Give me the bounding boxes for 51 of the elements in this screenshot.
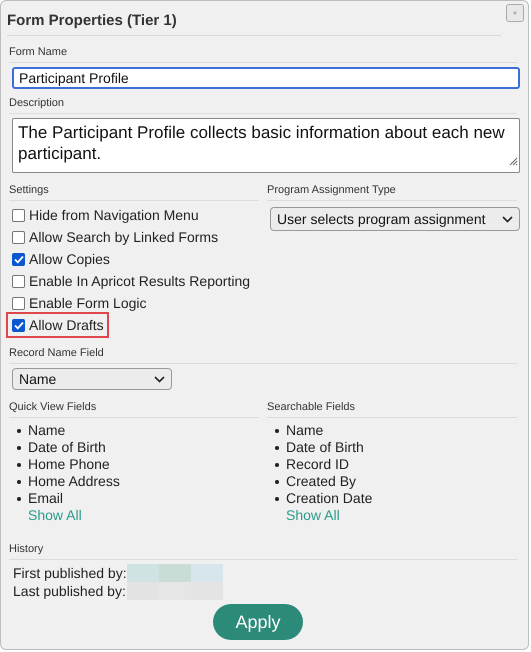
checkbox[interactable]: [12, 252, 25, 266]
field-list-item: Creation Date: [286, 490, 372, 507]
field-list-item: Record ID: [286, 456, 350, 473]
program-assignment-dropdown[interactable]: User selects program assignment: [270, 207, 520, 231]
dialog-title: Form Properties (Tier 1): [7, 7, 501, 36]
checkbox-label: Enable Form Logic: [29, 295, 147, 311]
checkbox-label: Allow Copies: [29, 251, 110, 267]
bullet-icon: [17, 496, 21, 500]
chevron-down-icon: [502, 216, 513, 222]
checkbox-label: Enable In Apricot Results Reporting: [29, 273, 250, 289]
field-list-item: Name: [286, 422, 324, 439]
bullet-icon: [275, 462, 279, 466]
bullet-icon: [275, 446, 279, 450]
bullet-icon: [17, 462, 21, 466]
field-list-item: Date of Birth: [286, 439, 364, 456]
checkbox-label: Allow Drafts: [29, 317, 104, 333]
record-name-dropdown[interactable]: Name: [12, 368, 172, 390]
history-label: First published by:: [13, 564, 127, 582]
field-list-item: Created By: [286, 473, 356, 490]
checkbox[interactable]: [12, 230, 25, 244]
bullet-icon: [275, 428, 279, 432]
field-list-item: Date of Birth: [28, 439, 106, 456]
section-label: Searchable Fields: [267, 401, 356, 413]
bullet-icon: [17, 480, 21, 484]
bullet-icon: [275, 496, 279, 500]
section-label: Quick View Fields: [9, 401, 96, 413]
section-label: Settings: [9, 184, 49, 196]
checkbox-label: Hide from Navigation Menu: [29, 207, 199, 223]
section-label: Form Name: [9, 46, 68, 58]
field-list-item: Email: [28, 490, 64, 507]
checkbox[interactable]: [12, 318, 25, 332]
section-label: Description: [9, 97, 64, 109]
checkbox-label: Allow Search by Linked Forms: [29, 229, 218, 245]
field-list-item: Name: [28, 422, 66, 439]
field-list-item: Home Address: [28, 473, 120, 490]
description-field[interactable]: The Participant Profile collects basic information about each new participant.: [12, 118, 520, 173]
form-name-field[interactable]: Participant Profile: [12, 67, 520, 89]
apply-button[interactable]: Apply: [213, 604, 303, 640]
bullet-icon: [17, 428, 21, 432]
section-label: Record Name Field: [9, 347, 104, 359]
section-label: Program Assignment Type: [267, 184, 396, 196]
chevron-down-icon: [154, 376, 165, 382]
checkbox[interactable]: [12, 208, 25, 222]
section-label: History: [9, 543, 44, 555]
checkbox[interactable]: [12, 274, 25, 288]
checkbox[interactable]: [12, 296, 25, 310]
resize-grip-icon[interactable]: [508, 156, 518, 166]
bullet-icon: [275, 480, 279, 484]
history-label: Last published by:: [13, 582, 127, 600]
bullet-icon: [17, 446, 21, 450]
field-list-item: Home Phone: [28, 456, 110, 473]
